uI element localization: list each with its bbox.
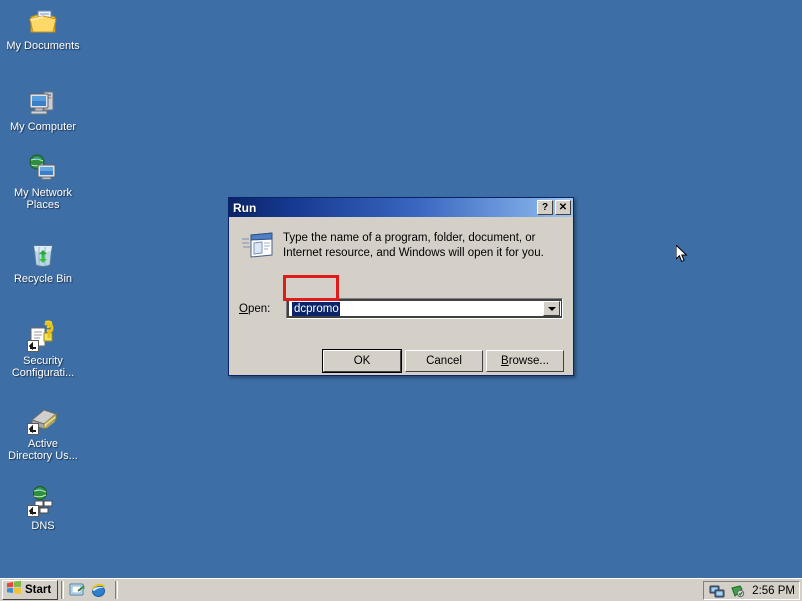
- open-input-value: dcpromo: [292, 301, 340, 316]
- internet-explorer-icon[interactable]: [90, 582, 107, 599]
- my-computer-icon: [27, 86, 59, 118]
- recycle-bin-icon: [27, 238, 59, 270]
- security-configuration-icon: ?: [27, 317, 59, 352]
- ok-button[interactable]: OK: [322, 349, 402, 373]
- my-documents-folder-icon: [27, 5, 59, 37]
- taskbar[interactable]: Start 2:56 PM: [0, 578, 802, 601]
- active-directory-users-icon: [27, 403, 59, 435]
- help-button[interactable]: ?: [537, 200, 553, 215]
- run-program-icon: [242, 230, 274, 260]
- browse-button[interactable]: Browse...: [486, 350, 564, 372]
- start-button[interactable]: Start: [2, 580, 59, 600]
- start-button-label: Start: [25, 584, 52, 596]
- close-button[interactable]: ✕: [555, 200, 571, 215]
- desktop-icon-my-documents[interactable]: My Documents: [2, 5, 84, 52]
- desktop-icon-label: Security Configurati...: [11, 355, 75, 379]
- network-connection-icon[interactable]: [709, 583, 725, 599]
- shortcut-overlay-icon: [27, 340, 39, 352]
- update-shield-icon[interactable]: [729, 583, 745, 599]
- desktop-icon-label: My Network Places: [13, 187, 73, 211]
- windows-flag-icon: [6, 580, 22, 600]
- system-tray[interactable]: 2:56 PM: [703, 581, 800, 600]
- desktop-icon-label: Recycle Bin: [13, 273, 73, 285]
- desktop-icon-dns[interactable]: DNS: [2, 485, 84, 532]
- my-network-places-icon: [27, 152, 59, 184]
- dialog-prompt-text: Type the name of a program, folder, docu…: [283, 232, 544, 259]
- taskbar-clock[interactable]: 2:56 PM: [752, 585, 795, 597]
- chevron-down-icon[interactable]: [543, 301, 560, 316]
- desktop-icon-label: Active Directory Us...: [8, 438, 78, 462]
- dialog-titlebar[interactable]: Run ? ✕: [229, 198, 573, 217]
- cancel-button[interactable]: Cancel: [405, 350, 483, 372]
- desktop-icon-my-computer[interactable]: My Computer: [2, 86, 84, 133]
- taskbar-separator: [61, 581, 65, 599]
- show-desktop-icon[interactable]: [69, 582, 86, 599]
- dialog-title: Run: [233, 200, 257, 215]
- dialog-body: Type the name of a program, folder, docu…: [229, 217, 573, 377]
- desktop-icon-recycle-bin[interactable]: Recycle Bin: [2, 238, 84, 285]
- open-input[interactable]: dcpromo: [288, 300, 561, 317]
- desktop-icon-label: My Documents: [6, 40, 80, 52]
- desktop-icon-label: My Computer: [9, 121, 77, 133]
- desktop-icon-security-configuration[interactable]: ? Security Configurati...: [2, 317, 84, 379]
- open-combobox[interactable]: dcpromo: [286, 298, 563, 319]
- dns-icon: [27, 485, 59, 517]
- desktop-icon-label: DNS: [31, 520, 55, 532]
- shortcut-overlay-icon: [27, 423, 39, 435]
- desktop-icon-active-directory-users[interactable]: Active Directory Us...: [2, 403, 84, 462]
- desktop-icon-my-network-places[interactable]: My Network Places: [2, 152, 84, 211]
- mouse-pointer: [675, 243, 688, 264]
- desktop-background[interactable]: My Documents My Computer My Network Plac…: [0, 0, 802, 578]
- shortcut-overlay-icon: [27, 505, 39, 517]
- open-field-label: Open:: [239, 303, 271, 315]
- taskbar-separator: [115, 581, 119, 599]
- run-dialog[interactable]: Run ? ✕ Type the name of a program, fold…: [228, 197, 574, 376]
